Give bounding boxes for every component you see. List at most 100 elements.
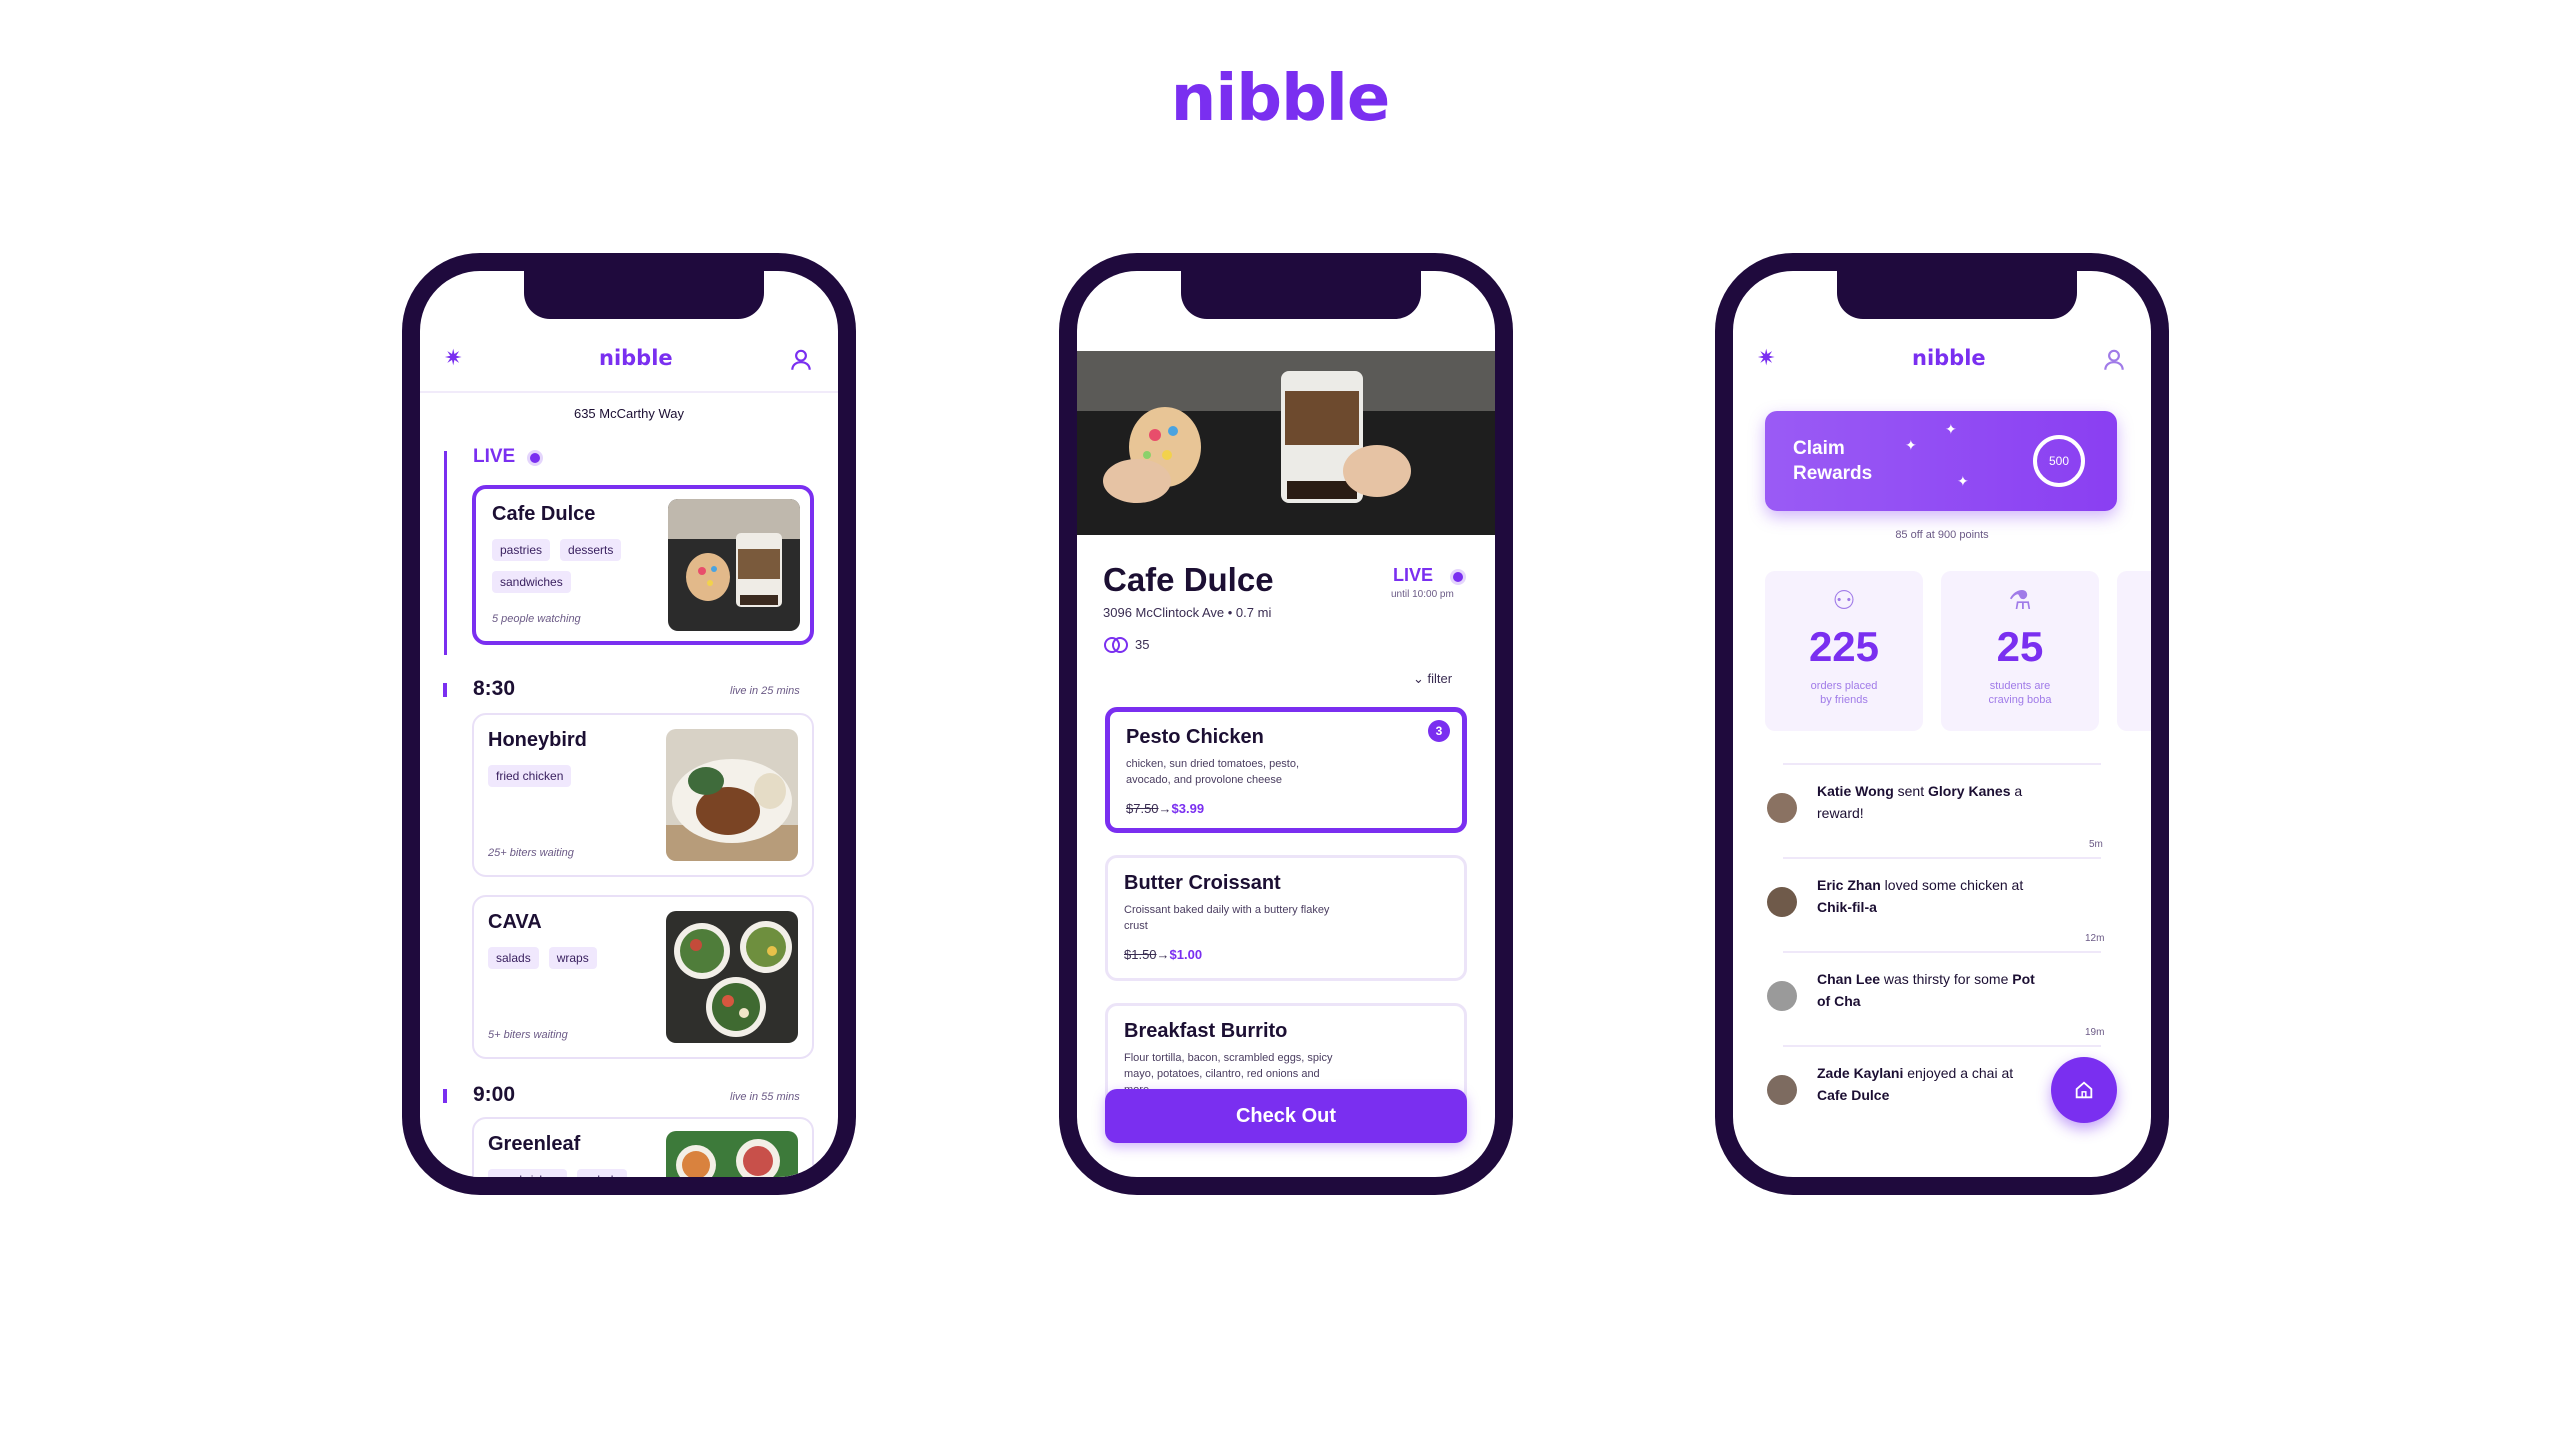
watchers-count: 35 — [1135, 637, 1150, 652]
new-price: $3.99 — [1171, 800, 1205, 816]
feed-text: Chan Lee was thirsty for some Pot of Cha — [1817, 969, 2047, 1012]
restaurant-card-cava[interactable]: CAVA salads wraps 5+ biters waiting — [472, 895, 814, 1059]
timeline-tick — [443, 1089, 447, 1103]
timeline-line — [444, 451, 447, 655]
old-price: $7.50 — [1126, 800, 1159, 816]
sparkle-icon[interactable]: ✷ — [1757, 345, 1775, 371]
menu-item-butter-croissant[interactable]: Butter Croissant Croissant baked daily w… — [1105, 855, 1467, 981]
menu-item-name: Breakfast Burrito — [1124, 1020, 1288, 1042]
phone-home-feed: ✷ nibble 635 McCarthy Way LIVE Cafe Dulc… — [402, 253, 856, 1195]
menu-screen: Cafe Dulce 3096 McClintock Ave • 0.7 mi … — [1077, 271, 1495, 1177]
feed-object: Glory Kanes — [1928, 783, 2011, 799]
timeline-tick — [443, 683, 447, 697]
tag: sandwiches — [488, 1169, 567, 1177]
tag-list: pastries desserts sandwiches — [492, 539, 672, 603]
feed-object: Chik-fil-a — [1817, 898, 1877, 915]
menu-item-name: Butter Croissant — [1124, 872, 1281, 894]
profile-icon[interactable] — [788, 347, 814, 373]
greenleaf-photo — [666, 1131, 798, 1177]
menu-item-name: Pesto Chicken — [1126, 726, 1264, 748]
checkout-button[interactable]: Check Out — [1105, 1089, 1467, 1143]
tag: salads — [488, 947, 539, 969]
feed-text: Eric Zhan loved some chicken at Chik-fil… — [1817, 875, 2047, 918]
stat-label-line2: craving boba — [1988, 694, 2052, 707]
restaurant-name: Cafe Dulce — [492, 503, 596, 525]
feed-actor: Eric Zhan — [1817, 877, 1881, 893]
avatar — [1767, 981, 1797, 1011]
phone-notch — [1181, 271, 1421, 319]
stat-card-boba: ⚗ 25 students are craving boba — [1941, 571, 2099, 731]
honeybird-photo — [666, 729, 798, 861]
cafe-dulce-photo — [668, 499, 800, 631]
claim-label-line1: Claim — [1793, 438, 1845, 459]
phone-notch — [1837, 271, 2077, 319]
sparkle-icon: ✦ — [1957, 473, 1969, 489]
restaurant-name: Greenleaf — [488, 1133, 581, 1155]
stat-label: students are craving boba — [1941, 679, 2099, 708]
tag: sandwiches — [492, 571, 571, 593]
live-in-label: live in 55 mins — [730, 1091, 800, 1103]
filter-button[interactable]: ⌄ filter — [1413, 671, 1452, 687]
location-address[interactable]: 635 McCarthy Way — [420, 406, 838, 421]
stat-label-line2: by friends — [1820, 694, 1868, 707]
points-ring: 500 — [2033, 435, 2085, 487]
tag-list: sandwiches salads — [488, 1169, 668, 1177]
stat-card-orders: ⚇ 225 orders placed by friends — [1765, 571, 1923, 731]
home-fab-button[interactable] — [2051, 1057, 2117, 1123]
watching-count: 5 people watching — [492, 613, 581, 625]
restaurant-name: CAVA — [488, 911, 542, 933]
friends-icon: ⚇ — [1832, 585, 1856, 615]
feed-verb: loved some chicken at — [1880, 877, 2024, 893]
sparkle-icon[interactable]: ✷ — [444, 345, 462, 371]
avatar — [1767, 1075, 1797, 1105]
price-arrow: → — [1156, 946, 1170, 962]
restaurant-card-honeybird[interactable]: Honeybird fried chicken 25+ biters waiti… — [472, 713, 814, 877]
avatar — [1767, 887, 1797, 917]
waiting-count: 5+ biters waiting — [488, 1029, 568, 1041]
new-price: $1.00 — [1169, 946, 1203, 962]
menu-item-pesto-chicken[interactable]: Pesto Chicken chicken, sun dried tomatoe… — [1105, 707, 1467, 833]
claim-rewards-button[interactable]: Claim Rewards ✦ ✦ ✦ 500 — [1765, 411, 2117, 511]
profile-icon[interactable] — [2101, 347, 2127, 373]
tag: desserts — [560, 539, 622, 561]
feed-time: 5m — [2089, 839, 2103, 850]
stat-value: 25 — [1996, 623, 2044, 670]
restaurant-card-cafe-dulce[interactable]: Cafe Dulce pastries desserts sandwiches 5 … — [472, 485, 814, 645]
activity-screen: ✷ nibble Claim Rewards ✦ ✦ ✦ 500 85 off … — [1733, 271, 2151, 1177]
app-logo: nibble — [599, 346, 673, 370]
price-arrow: → — [1158, 800, 1172, 816]
feed-actor: Zade Kaylani — [1817, 1065, 1904, 1081]
feed-time: 12m — [2085, 933, 2105, 944]
menu-item-price: $1.50→$1.00 — [1124, 947, 1448, 962]
avatar — [1767, 793, 1797, 823]
slot-time: 8:30 — [473, 677, 516, 700]
phone-restaurant-menu: Cafe Dulce 3096 McClintock Ave • 0.7 mi … — [1059, 253, 1513, 1195]
brand-logo: nibble — [1170, 62, 1390, 136]
chevron-down-icon: ⌄ — [1413, 671, 1428, 686]
menu-item-description: Croissant baked daily with a buttery fla… — [1124, 904, 1330, 932]
slot-time: 9:00 — [473, 1083, 516, 1106]
feed-actor: Katie Wong — [1817, 783, 1894, 799]
restaurant-card-greenleaf[interactable]: Greenleaf sandwiches salads — [472, 1117, 814, 1177]
live-in-label: live in 25 mins — [730, 685, 800, 697]
home-screen: ✷ nibble 635 McCarthy Way LIVE Cafe Dulc… — [420, 271, 838, 1177]
live-indicator-dot — [530, 453, 540, 463]
stat-label: orders placed by friends — [1765, 679, 1923, 708]
live-until: until 10:00 pm — [1391, 589, 1454, 600]
phone-rewards-activity: ✷ nibble Claim Rewards ✦ ✦ ✦ 500 85 off … — [1715, 253, 2169, 1195]
points-note: 85 off at 900 points — [1895, 529, 1989, 541]
old-price: $1.50 — [1124, 946, 1157, 962]
tag: salads — [576, 1169, 628, 1177]
header-divider — [420, 391, 838, 393]
feed-divider — [1783, 951, 2101, 953]
menu-item-price: $7.50→$3.99 — [1126, 801, 1446, 816]
menu-item-description: chicken, sun dried tomatoes, pesto, avoc… — [1126, 758, 1300, 786]
live-label: LIVE — [1393, 565, 1434, 585]
flask-icon: ⚗ — [2008, 585, 2032, 615]
feed-divider — [1783, 1045, 2101, 1047]
tag: fried chicken — [488, 765, 572, 787]
feed-text: Zade Kaylani enjoyed a chai at Cafe Dulc… — [1817, 1063, 2047, 1106]
feed-divider — [1783, 763, 2101, 765]
feed-object: Cafe Dulce — [1817, 1086, 1890, 1103]
feed-time: 19m — [2085, 1027, 2105, 1038]
